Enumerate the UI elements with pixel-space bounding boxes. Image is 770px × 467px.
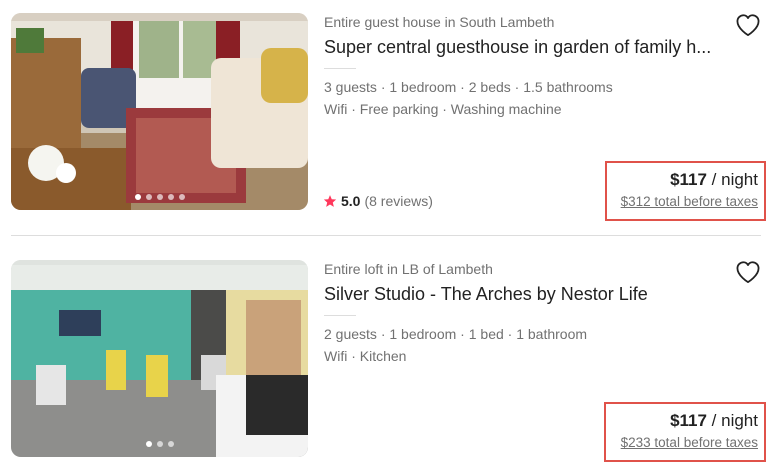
heart-icon[interactable]	[735, 260, 761, 284]
total-price-link[interactable]: $312 total before taxes	[613, 194, 758, 209]
divider	[324, 315, 356, 316]
listing-card-1[interactable]: Entire guest house in South Lambeth Supe…	[0, 0, 770, 235]
carousel-dot[interactable]	[178, 194, 185, 200]
carousel-dot[interactable]	[156, 441, 163, 447]
price-highlight: $117 / night $312 total before taxes	[605, 161, 766, 221]
listing-separator	[11, 235, 761, 236]
price-amount: $117	[670, 170, 707, 189]
carousel-dots	[134, 194, 185, 200]
listing-type: Entire guest house in South Lambeth	[324, 14, 555, 30]
heart-icon[interactable]	[735, 13, 761, 37]
listing-card-2[interactable]: Entire loft in LB of Lambeth Silver Stud…	[0, 247, 770, 467]
carousel-dot[interactable]	[167, 194, 174, 200]
price-highlight: $117 / night $233 total before taxes	[604, 402, 766, 462]
divider	[324, 68, 356, 69]
listing-title[interactable]: Silver Studio - The Arches by Nestor Lif…	[324, 284, 648, 305]
listing-details: 2 guests · 1 bedroom · 1 bed · 1 bathroo…	[324, 326, 588, 342]
listing-photo[interactable]	[11, 13, 308, 210]
carousel-dot[interactable]	[145, 441, 152, 447]
price-amount: $117	[670, 411, 707, 430]
listing-details: 3 guests · 1 bedroom · 2 beds · 1.5 bath…	[324, 79, 613, 95]
carousel-dot[interactable]	[134, 194, 141, 200]
total-price-link[interactable]: $233 total before taxes	[612, 435, 758, 450]
carousel-dots	[145, 441, 174, 447]
review-count: (8 reviews)	[364, 193, 433, 209]
loft-studio-image	[11, 260, 308, 457]
listing-photo[interactable]	[11, 260, 308, 457]
carousel-dot[interactable]	[167, 441, 174, 447]
rating: 5.0 (8 reviews)	[323, 193, 433, 209]
price-per-night: $117 / night	[613, 170, 758, 190]
listing-type: Entire loft in LB of Lambeth	[324, 261, 493, 277]
price-per-night: $117 / night	[612, 411, 758, 431]
listing-amenities: Wifi · Kitchen	[324, 348, 407, 364]
price-unit: / night	[706, 170, 758, 189]
listing-amenities: Wifi · Free parking · Washing machine	[324, 101, 562, 117]
carousel-dot[interactable]	[145, 194, 152, 200]
listing-title[interactable]: Super central guesthouse in garden of fa…	[324, 37, 711, 58]
carousel-dot[interactable]	[156, 194, 163, 200]
guest-house-room-image	[11, 13, 308, 210]
price-unit: / night	[706, 411, 758, 430]
rating-score: 5.0	[341, 193, 361, 209]
star-icon	[323, 195, 337, 207]
